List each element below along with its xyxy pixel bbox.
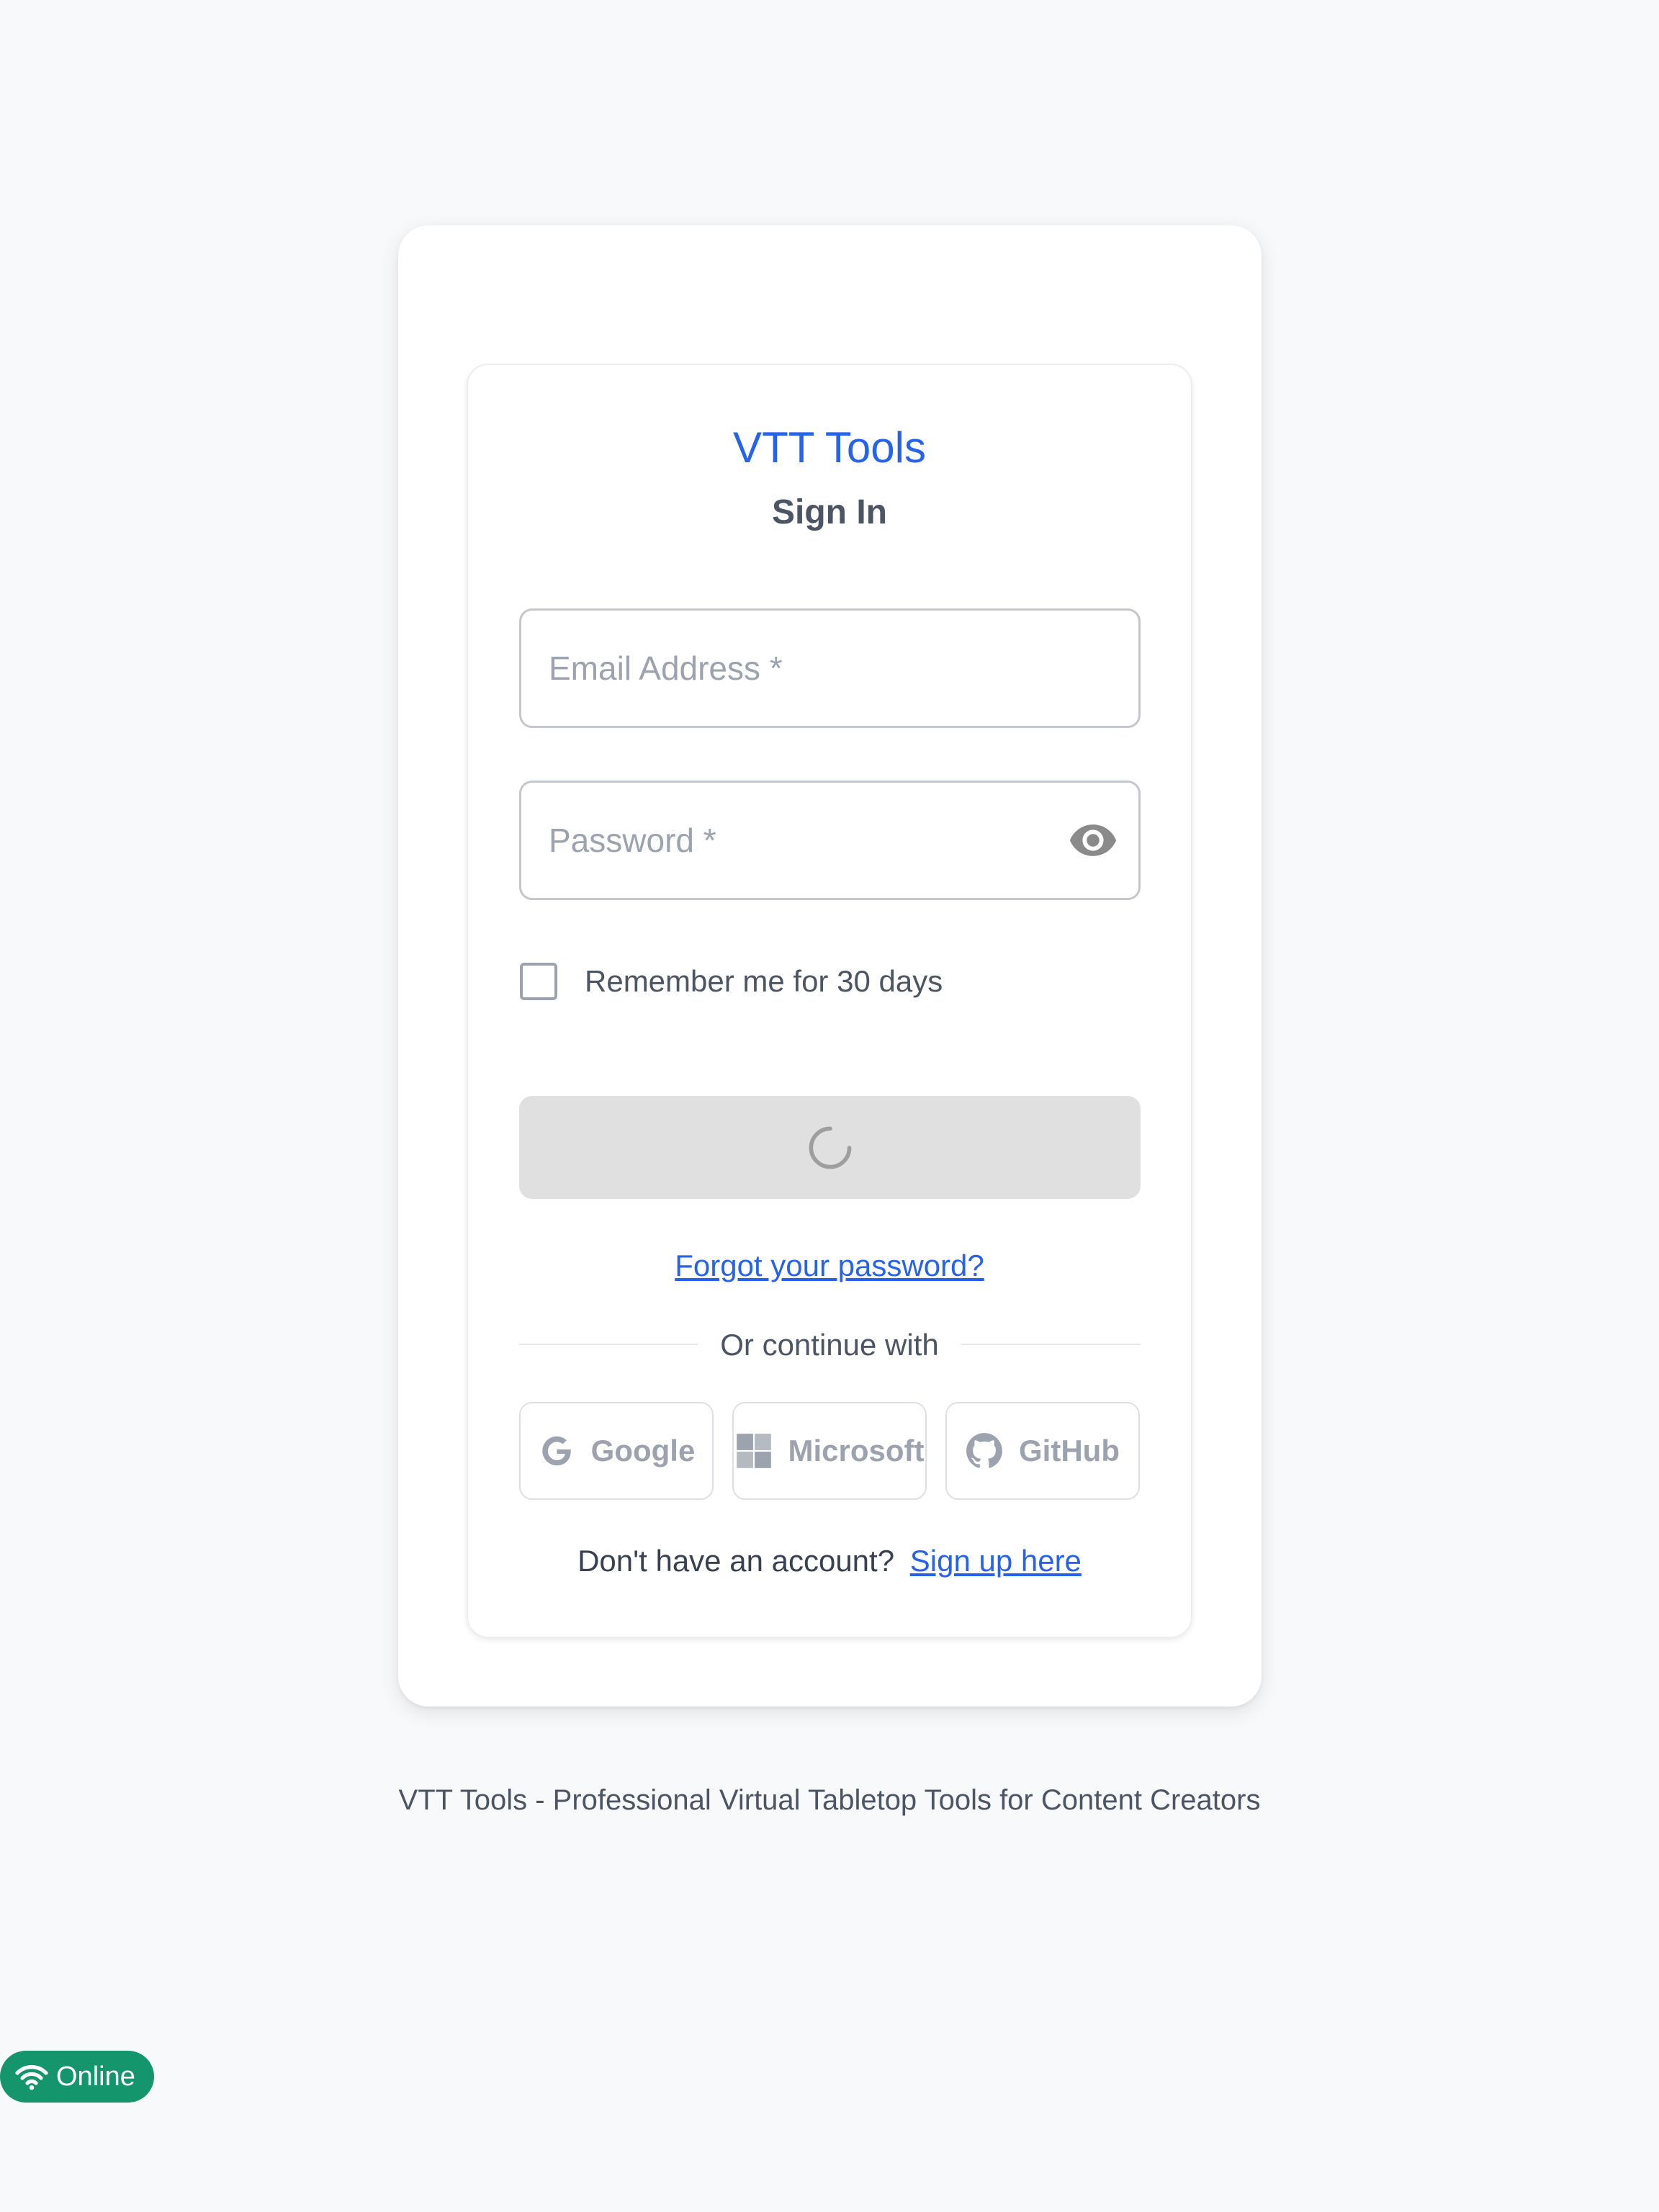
online-status-badge: Online — [0, 2051, 154, 2103]
microsoft-signin-button[interactable]: Microsoft — [732, 1402, 927, 1500]
google-icon — [541, 1436, 571, 1466]
signup-prompt: Don't have an account? — [577, 1544, 895, 1578]
email-field[interactable] — [519, 608, 1141, 728]
footer-text: VTT Tools - Professional Virtual Tableto… — [398, 1784, 1261, 1816]
github-label: GitHub — [1019, 1434, 1120, 1467]
remember-me-label[interactable]: Remember me for 30 days — [585, 964, 943, 999]
page-subtitle: Sign In — [772, 493, 887, 531]
eye-icon[interactable] — [1068, 815, 1118, 866]
microsoft-label: Microsoft — [788, 1434, 925, 1467]
github-signin-button[interactable]: GitHub — [945, 1402, 1140, 1500]
forgot-password-link[interactable]: Forgot your password? — [467, 1246, 1192, 1286]
github-icon — [966, 1433, 1002, 1468]
signup-link[interactable]: Sign up here — [910, 1544, 1082, 1578]
google-signin-button[interactable]: Google — [519, 1402, 714, 1500]
divider-text: Or continue with — [720, 1328, 939, 1362]
wifi-icon — [15, 2065, 48, 2090]
microsoft-icon — [736, 1434, 771, 1468]
password-field[interactable] — [519, 781, 1141, 900]
remember-me-checkbox[interactable] — [520, 963, 557, 1000]
divider-line-right — [961, 1344, 1141, 1345]
email-input[interactable] — [549, 611, 1059, 726]
online-status-label: Online — [56, 2061, 135, 2092]
sign-in-button[interactable] — [519, 1096, 1141, 1199]
app-title: VTT Tools — [733, 423, 926, 472]
remember-me-row: Remember me for 30 days — [520, 960, 943, 1003]
password-input[interactable] — [549, 783, 1059, 898]
loading-spinner-icon — [809, 1126, 851, 1169]
divider-line-left — [519, 1344, 698, 1345]
google-label: Google — [590, 1434, 696, 1467]
signup-row: Don't have an account? Sign up here — [467, 1541, 1192, 1581]
